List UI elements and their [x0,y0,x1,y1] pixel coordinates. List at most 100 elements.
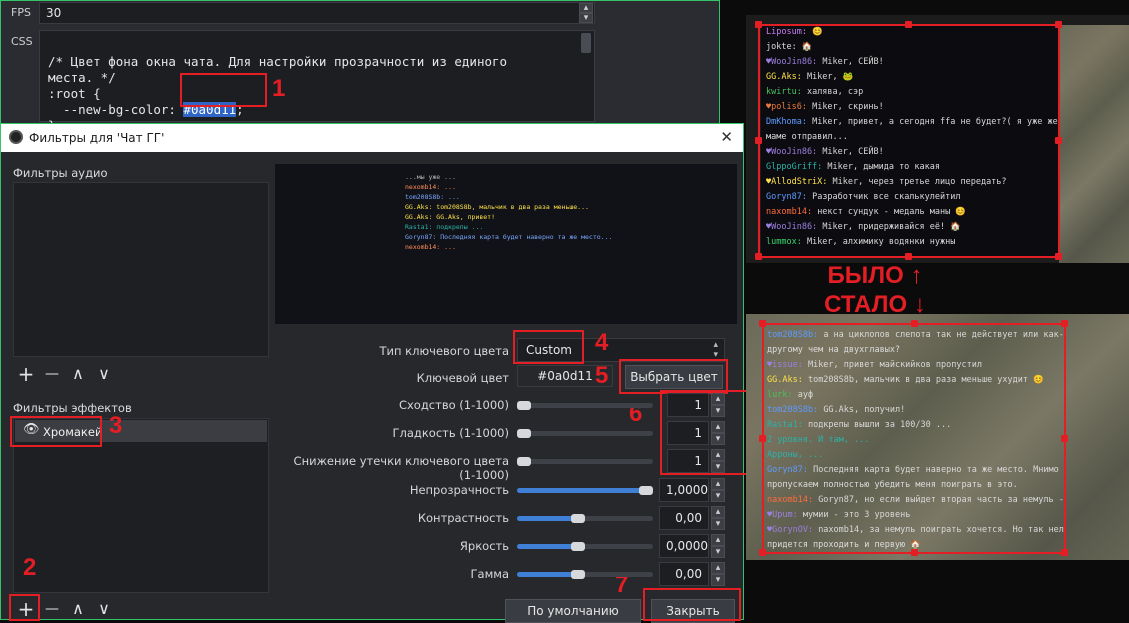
annotation-3: 3 [109,412,123,439]
css-scrollbar[interactable] [581,33,591,53]
spin-up-icon[interactable]: ▴ [711,534,725,546]
spin-up-icon[interactable]: ▴ [711,562,725,574]
spin-down-icon[interactable]: ▾ [711,461,725,473]
slider-handle[interactable] [639,486,653,495]
property-value-input[interactable]: 1 [667,449,709,473]
resize-handle[interactable] [905,253,912,260]
resize-handle[interactable] [755,137,762,144]
chat-text: Miker, привет, а сегодня ffa не будет?( … [812,117,1059,127]
slider-handle[interactable] [571,542,585,551]
resize-handle[interactable] [759,549,766,556]
chat-text: Miker, 🐸 [806,72,854,82]
chat-username: GG.Aks: [767,375,803,385]
css-line-3: :root { [48,86,101,101]
spin-down-icon[interactable]: ▾ [711,518,725,530]
chat-text: GG.Aks, получил! [823,405,906,415]
spin-down-icon[interactable]: ▾ [711,490,725,502]
after-scene: tom208S8b: а на циклопов слепота так не … [746,314,1129,594]
property-label: Гладкость (1-1000) [392,426,509,440]
chat-username: ♥GorynOV: [767,525,814,535]
property-slider[interactable] [517,572,653,577]
property-value-input[interactable]: 0,0000 [659,534,709,558]
resize-handle[interactable] [1061,549,1068,556]
resize-handle[interactable] [1055,253,1062,260]
css-editor[interactable]: /* Цвет фона окна чата. Для настройки пр… [39,30,595,133]
resize-handle[interactable] [1061,435,1068,442]
spin-up-icon[interactable]: ▴ [711,506,725,518]
chat-message: ♥AllodStriX: Miker, через третье лицо пе… [766,175,1054,190]
property-label: Гамма [470,567,509,581]
resize-handle[interactable] [1055,137,1062,144]
resize-handle[interactable] [905,21,912,28]
chat-message: jokte: 🏠 [766,40,1054,55]
resize-handle[interactable] [759,435,766,442]
annotation-2: 2 [23,554,37,581]
property-value-input[interactable]: 1,0000 [659,478,709,502]
slider-handle[interactable] [517,429,531,438]
spin-up-icon[interactable]: ▴ [711,421,725,433]
spin-up-icon[interactable]: ▴ [711,393,725,405]
fps-label: FPS [11,6,31,19]
chat-message: GlppoGriff: Miker, дымида то какая [766,160,1054,175]
spin-down-icon[interactable]: ▾ [711,433,725,445]
audio-filters-list[interactable] [13,182,269,357]
property-value-input[interactable]: 0,00 [659,506,709,530]
effect-down-icon[interactable]: ∨ [93,599,115,621]
chat-username: ♥AllodStriX: [766,177,828,187]
resize-handle[interactable] [1061,320,1068,327]
slider-handle[interactable] [517,457,531,466]
filters-dialog: Фильтры для 'Чат ГГ' ✕ Фильтры аудио + —… [0,123,759,623]
property-slider[interactable] [517,403,653,408]
chat-text: Goryn87, но если выйдет вторая часть за … [818,495,1064,505]
resize-handle[interactable] [1055,21,1062,28]
chat-username: tom208S8b: [767,405,819,415]
property-slider[interactable] [517,544,653,549]
preview-line: Rasta1: подкрепы ... [405,223,484,231]
css-line-4: --new-bg-color: [48,102,184,117]
property-label: Сходство (1-1000) [398,398,509,412]
spin-down-icon[interactable]: ▾ [711,574,725,586]
slider-handle[interactable] [571,570,585,579]
slider-handle[interactable] [517,401,531,410]
slider-fill [517,488,653,493]
spin-up-icon[interactable]: ▴ [711,478,725,490]
dialog-titlebar: Фильтры для 'Чат ГГ' ✕ [1,124,743,152]
spin-up-icon[interactable]: ▴ [711,449,725,461]
fps-up-icon[interactable]: ▴ [579,3,593,13]
annotation-box-1 [180,73,267,107]
chat-message: пропускаем полностью убедить меня поигра… [767,478,1061,493]
property-value-input[interactable]: 1 [667,393,709,417]
property-value: 0,00 [675,511,702,525]
slider-handle[interactable] [571,514,585,523]
resize-handle[interactable] [911,320,918,327]
property-slider[interactable] [517,459,653,464]
property-value-input[interactable]: 0,00 [659,562,709,586]
fps-input[interactable]: 30 [39,2,595,24]
spin-down-icon[interactable]: ▾ [711,546,725,558]
audio-remove-icon[interactable]: — [41,364,63,386]
chat-text: подкрепы вышли за 100/30 ... [807,420,952,430]
effect-up-icon[interactable]: ∧ [67,599,89,621]
property-label: Непрозрачность [409,483,509,497]
chat-username: lummox: [766,237,802,247]
annotation-box-3 [10,416,102,447]
property-slider[interactable] [517,488,653,493]
close-icon[interactable]: ✕ [720,128,733,146]
property-slider[interactable] [517,431,653,436]
resize-handle[interactable] [755,253,762,260]
property-value-input[interactable]: 1 [667,421,709,445]
audio-down-icon[interactable]: ∨ [93,364,115,386]
default-button[interactable]: По умолчанию [505,599,641,623]
resize-handle[interactable] [911,549,918,556]
chat-text: маме отправил... [766,132,848,142]
audio-add-icon[interactable]: + [15,364,37,386]
fps-down-icon[interactable]: ▾ [579,13,593,23]
resize-handle[interactable] [755,21,762,28]
property-slider[interactable] [517,516,653,521]
effect-remove-icon[interactable]: — [41,599,63,621]
chat-text: Miker, СЕЙВ! [822,57,884,67]
audio-up-icon[interactable]: ∧ [67,364,89,386]
spin-down-icon[interactable]: ▾ [711,405,725,417]
annotation-1: 1 [272,75,286,102]
resize-handle[interactable] [759,320,766,327]
